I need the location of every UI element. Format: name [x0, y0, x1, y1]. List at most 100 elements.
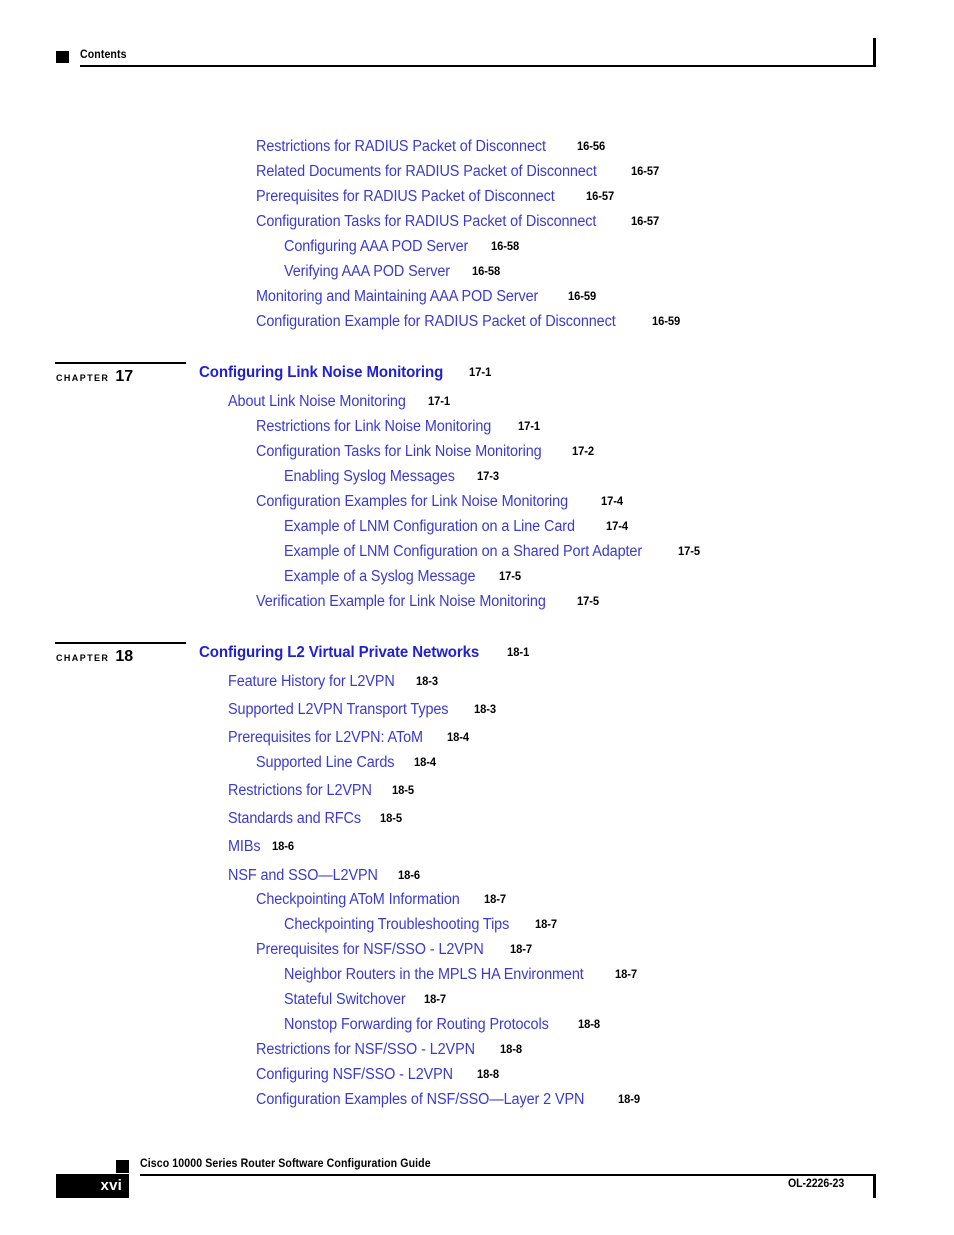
chapter-number: 17: [115, 368, 134, 385]
toc-entry[interactable]: Configuration Tasks for RADIUS Packet of…: [256, 214, 661, 230]
toc-entry[interactable]: Supported L2VPN Transport Types 18-3: [228, 702, 498, 718]
toc-entry-page-number: 17-5: [576, 594, 599, 608]
toc-entry-page-number: 16-57: [631, 164, 660, 178]
footer-page-number: xvi: [100, 1177, 122, 1194]
toc-entry[interactable]: Example of a Syslog Message 17-5: [284, 569, 522, 585]
toc-entry[interactable]: MIBs 18-6: [228, 839, 296, 855]
toc-entry-page-number: 18-7: [509, 942, 532, 956]
toc-entry-page-number: 16-59: [651, 314, 680, 328]
toc-entry-link[interactable]: Configuration Tasks for Link Noise Monit…: [256, 444, 542, 460]
chapter-divider: [55, 642, 186, 644]
toc-entry-link[interactable]: Enabling Syslog Messages: [284, 469, 455, 485]
toc-entry-page-number: 17-3: [476, 469, 499, 483]
toc-entry[interactable]: Configuration Examples of NSF/SSO—Layer …: [256, 1092, 642, 1108]
footer-divider: [140, 1174, 875, 1176]
toc-entry[interactable]: Configuration Tasks for Link Noise Monit…: [256, 444, 596, 460]
chapter-page-number: 18-1: [507, 645, 530, 659]
toc-entry[interactable]: Monitoring and Maintaining AAA POD Serve…: [256, 289, 599, 305]
toc-entry[interactable]: Prerequisites for RADIUS Packet of Disco…: [256, 189, 616, 205]
toc-entry-link[interactable]: Configuring NSF/SSO - L2VPN: [256, 1067, 453, 1083]
toc-entry-page-number: 18-7: [535, 917, 558, 931]
toc-entry[interactable]: Checkpointing Troubleshooting Tips 18-7: [284, 917, 559, 933]
header-title: Contents: [80, 49, 127, 61]
toc-entry[interactable]: Configuration Example for RADIUS Packet …: [256, 314, 682, 330]
toc-entry[interactable]: Stateful Switchover 18-7: [284, 992, 447, 1008]
toc-entry-link[interactable]: Related Documents for RADIUS Packet of D…: [256, 164, 597, 180]
toc-entry-page-number: 17-1: [428, 394, 451, 408]
toc-entry-link[interactable]: Restrictions for NSF/SSO - L2VPN: [256, 1042, 475, 1058]
toc-entry-link[interactable]: Configuring AAA POD Server: [284, 239, 468, 255]
toc-entry-page-number: 18-9: [618, 1092, 640, 1106]
toc-entry-link[interactable]: Nonstop Forwarding for Routing Protocols: [284, 1017, 549, 1033]
toc-entry[interactable]: Configuring NSF/SSO - L2VPN 18-8: [256, 1067, 500, 1083]
toc-entry-link[interactable]: Supported L2VPN Transport Types: [228, 702, 449, 718]
toc-entry-page-number: 18-4: [413, 755, 436, 769]
toc-entry[interactable]: Enabling Syslog Messages 17-3: [284, 469, 500, 485]
toc-entry[interactable]: Neighbor Routers in the MPLS HA Environm…: [284, 967, 639, 983]
toc-entry[interactable]: NSF and SSO—L2VPN 18-6: [228, 868, 422, 884]
toc-entry-link[interactable]: Monitoring and Maintaining AAA POD Serve…: [256, 289, 538, 305]
toc-entry-link[interactable]: Checkpointing AToM Information: [256, 892, 460, 908]
toc-entry[interactable]: Nonstop Forwarding for Routing Protocols…: [284, 1017, 601, 1033]
toc-entry-link[interactable]: Restrictions for RADIUS Packet of Discon…: [256, 139, 546, 155]
chapter-label: Chapter 18: [56, 648, 133, 666]
footer-edge-tick: [873, 1174, 876, 1198]
toc-entry[interactable]: Verifying AAA POD Server 16-58: [284, 264, 502, 280]
toc-entry-link[interactable]: Verification Example for Link Noise Moni…: [256, 594, 546, 610]
toc-entry-link[interactable]: MIBs: [228, 839, 261, 855]
toc-entry[interactable]: Configuring AAA POD Server 16-58: [284, 239, 521, 255]
chapter-word: Chapter: [56, 653, 110, 663]
toc-entry[interactable]: Restrictions for NSF/SSO - L2VPN 18-8: [256, 1042, 524, 1058]
toc-entry[interactable]: Restrictions for Link Noise Monitoring 17…: [256, 419, 542, 435]
toc-entry-link[interactable]: Prerequisites for RADIUS Packet of Disco…: [256, 189, 555, 205]
toc-entry-link[interactable]: Verifying AAA POD Server: [284, 264, 450, 280]
toc-entry-link[interactable]: Supported Line Cards: [256, 755, 394, 771]
chapter-title-link[interactable]: Configuring Link Noise Monitoring: [199, 365, 443, 381]
footer-square-marker-icon: [116, 1160, 129, 1173]
toc-entry[interactable]: Prerequisites for L2VPN: AToM 18-4: [228, 730, 470, 746]
toc-entry[interactable]: Restrictions for RADIUS Packet of Discon…: [256, 139, 607, 155]
toc-entry-link[interactable]: Restrictions for Link Noise Monitoring: [256, 419, 491, 435]
toc-entry-link[interactable]: Configuration Examples for Link Noise Mo…: [256, 494, 568, 510]
toc-entry[interactable]: Standards and RFCs 18-5: [228, 811, 404, 827]
toc-entry-link[interactable]: Example of a Syslog Message: [284, 569, 475, 585]
toc-entry[interactable]: Example of LNM Configuration on a Shared…: [284, 544, 702, 560]
toc-entry-page-number: 18-6: [271, 839, 294, 853]
toc-entry-page-number: 17-2: [572, 444, 595, 458]
toc-entry[interactable]: Related Documents for RADIUS Packet of D…: [256, 164, 662, 180]
toc-entry-link[interactable]: Checkpointing Troubleshooting Tips: [284, 917, 509, 933]
toc-entry[interactable]: About Link Noise Monitoring 17-1: [228, 394, 452, 410]
toc-entry-link[interactable]: Example of LNM Configuration on a Line C…: [284, 519, 575, 535]
toc-entry-link[interactable]: Feature History for L2VPN: [228, 674, 395, 690]
toc-entry[interactable]: Checkpointing AToM Information 18-7: [256, 892, 508, 908]
chapter-title-link[interactable]: Configuring L2 Virtual Private Networks: [199, 645, 479, 661]
toc-entry-page-number: 18-7: [484, 892, 506, 906]
toc-entry-page-number: 18-7: [423, 992, 446, 1006]
toc-entry[interactable]: Prerequisites for NSF/SSO - L2VPN 18-7: [256, 942, 533, 958]
toc-entry-link[interactable]: Prerequisites for L2VPN: AToM: [228, 730, 423, 746]
toc-entry-link[interactable]: Prerequisites for NSF/SSO - L2VPN: [256, 942, 484, 958]
chapter-word: Chapter: [56, 373, 110, 383]
toc-entry[interactable]: Example of LNM Configuration on a Line C…: [284, 519, 629, 535]
toc-entry[interactable]: Configuration Examples for Link Noise Mo…: [256, 494, 624, 510]
toc-entry[interactable]: Feature History for L2VPN 18-3: [228, 674, 440, 690]
chapter-toc-entry[interactable]: Configuring Link Noise Monitoring 17-1: [199, 365, 493, 381]
toc-entry-link[interactable]: Configuration Example for RADIUS Packet …: [256, 314, 616, 330]
toc-entry[interactable]: Verification Example for Link Noise Moni…: [256, 594, 600, 610]
toc-entry[interactable]: Restrictions for L2VPN 18-5: [228, 783, 415, 799]
toc-entry[interactable]: Supported Line Cards 18-4: [256, 755, 437, 771]
toc-entry-link[interactable]: Restrictions for L2VPN: [228, 783, 372, 799]
toc-entry-link[interactable]: Neighbor Routers in the MPLS HA Environm…: [284, 967, 584, 983]
toc-entry-link[interactable]: Standards and RFCs: [228, 811, 361, 827]
toc-page: Contents Restrictions for RADIUS Packet …: [0, 0, 954, 1235]
chapter-toc-entry[interactable]: Configuring L2 Virtual Private Networks 1…: [199, 645, 531, 661]
footer-document-number: OL-2226-23: [788, 1178, 845, 1190]
chapter-label: Chapter 17: [56, 368, 133, 386]
toc-entry-link[interactable]: Stateful Switchover: [284, 992, 406, 1008]
page-header: Contents: [0, 0, 954, 80]
toc-entry-link[interactable]: About Link Noise Monitoring: [228, 394, 406, 410]
toc-entry-link[interactable]: Example of LNM Configuration on a Shared…: [284, 544, 642, 560]
toc-entry-link[interactable]: Configuration Examples of NSF/SSO—Layer …: [256, 1092, 584, 1108]
toc-entry-link[interactable]: NSF and SSO—L2VPN: [228, 868, 378, 884]
toc-entry-link[interactable]: Configuration Tasks for RADIUS Packet of…: [256, 214, 596, 230]
